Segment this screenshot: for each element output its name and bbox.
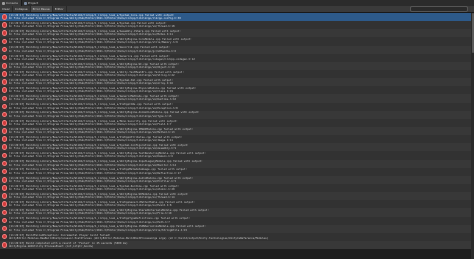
error-icon	[1, 177, 7, 183]
log-entry[interactable]: [11:29:47] Building Library/Bee/artifact…	[0, 224, 474, 233]
log-entry[interactable]: [11:29:47] Building Library/Bee/artifact…	[0, 118, 474, 127]
log-detail: In file included from C:/Program Files/U…	[9, 73, 175, 77]
log-entry[interactable]: [11:29:47] Building Library/Bee/artifact…	[0, 208, 474, 217]
error-icon	[1, 201, 7, 207]
log-detail: In file included from C:/Program Files/U…	[9, 33, 173, 37]
error-icon	[1, 185, 7, 191]
log-detail: In file included from C:/Program Files/U…	[9, 139, 173, 143]
console-icon	[2, 1, 5, 5]
log-entry[interactable]: [11:29:47] Build completed with a result…	[0, 240, 474, 250]
log-entry[interactable]: [11:29:47] Building Library/Bee/artifact…	[0, 78, 474, 87]
error-icon	[1, 152, 7, 159]
error-icon	[1, 168, 7, 175]
log-detail: In file included from C:/Program Files/U…	[9, 228, 188, 232]
error-icon	[1, 111, 7, 118]
error-icon	[1, 54, 7, 61]
scrollbar-thumb[interactable]	[471, 13, 474, 53]
log-detail: In file included from C:/Program Files/U…	[9, 187, 175, 191]
log-entry[interactable]: [11:29:47] Building Library/Bee/artifact…	[0, 216, 474, 225]
log-detail: In file included from C:/Program Files/U…	[9, 57, 195, 61]
log-entry[interactable]: [11:29:47] Building Library/Bee/artifact…	[0, 126, 474, 136]
log-entry[interactable]: [11:29:47] Building Library/Bee/artifact…	[0, 21, 474, 30]
log-list: [11:29:47] Building Library/Bee/artifact…	[0, 13, 474, 259]
collapse-button[interactable]: Collapse	[13, 6, 31, 12]
error-icon	[1, 209, 7, 216]
error-icon	[1, 144, 7, 150]
log-detail: In file included from C:/Program Files/U…	[9, 212, 172, 216]
log-detail: In file included from C:/Program Files/U…	[9, 41, 178, 45]
log-detail: In file included from C:/Program Files/U…	[9, 17, 181, 20]
log-entry[interactable]: [11:29:47] Building Library/Bee/artifact…	[0, 183, 474, 193]
error-icon	[1, 120, 7, 126]
log-detail: UnityEngine.GUIUtility:ProcessEvent (int…	[9, 244, 94, 248]
log-detail: In file included from C:/Program Files/U…	[9, 90, 173, 94]
log-entry[interactable]: [11:29:47] Building Library/Bee/artifact…	[0, 86, 474, 95]
error-icon	[1, 22, 7, 28]
console-toolbar: Clear Collapse Error Pause Editor	[0, 6, 474, 13]
log-entry[interactable]: [11:29:47] Building Library/Bee/artifact…	[0, 167, 474, 176]
log-entry[interactable]: [11:29:47] Building Library/Bee/artifact…	[0, 175, 474, 184]
error-icon	[1, 30, 7, 36]
log-entry[interactable]: [11:29:47] Building Library/Bee/artifact…	[0, 61, 474, 70]
log-detail: In file included from C:/Program Files/U…	[9, 122, 172, 126]
log-detail: In file included from C:/Program Files/U…	[9, 65, 175, 69]
log-entry[interactable]: [11:29:47] Building Library/Bee/artifact…	[0, 45, 474, 54]
error-icon	[1, 46, 7, 53]
error-icon	[1, 95, 7, 102]
log-entry[interactable]: [11:29:47] Building Library/Bee/artifact…	[0, 192, 474, 201]
log-entry[interactable]: [11:29:47] Building Library/Bee/artifact…	[0, 110, 474, 119]
log-entry[interactable]: [11:29:47] Building Library/Bee/artifact…	[0, 200, 474, 209]
log-entry[interactable]: [11:29:47] Building Library/Bee/artifact…	[0, 143, 474, 152]
toolbar-buttons: Clear Collapse Error Pause Editor	[0, 6, 67, 12]
log-detail: In file included from C:/Program Files/U…	[9, 114, 172, 118]
error-pause-button[interactable]: Error Pause	[30, 6, 53, 12]
log-entry[interactable]: [11:29:47] Building Library/Bee/artifact…	[0, 69, 474, 79]
log-entry[interactable]: [11:29:47] Building Library/Bee/artifact…	[0, 53, 474, 62]
editor-button[interactable]: Editor	[53, 6, 67, 12]
error-icon	[1, 87, 7, 93]
log-detail: In file included from C:/Program Files/U…	[9, 204, 172, 208]
search-input[interactable]	[410, 6, 468, 12]
log-detail: In file included from C:/Program Files/U…	[9, 130, 175, 134]
log-detail: In file included from C:/Program Files/U…	[9, 179, 177, 183]
log-detail: In file included from C:/Program Files/U…	[9, 25, 175, 29]
error-icon	[1, 242, 7, 248]
error-icon	[1, 233, 7, 240]
log-detail: In file included from C:/Program Files/U…	[9, 82, 173, 86]
log-entry[interactable]: [11:29:47] Building Library/Bee/artifact…	[0, 102, 474, 111]
log-detail: In file included from C:/Program Files/U…	[9, 49, 177, 53]
error-icon	[1, 225, 7, 232]
log-entry[interactable]: [11:29:47] Building Library/Bee/artifact…	[0, 94, 474, 103]
error-icon	[1, 136, 7, 142]
log-entry[interactable]: [11:29:47] Building Library/Bee/artifact…	[0, 151, 474, 160]
log-entry[interactable]: [11:29:47] Building Library/Bee/artifact…	[0, 37, 474, 46]
log-entry[interactable]: [11:29:47] Building Library/Bee/artifact…	[0, 13, 474, 22]
log-detail: In file included from C:/Program Files/U…	[9, 98, 177, 102]
log-detail: UnityEditor.Modules.BeeBuildPostprocesso…	[9, 236, 269, 240]
error-icon	[1, 79, 7, 85]
error-icon	[1, 38, 7, 45]
log-entry[interactable]: [11:29:47] Building Library/Bee/artifact…	[0, 135, 474, 144]
log-detail: In file included from C:/Program Files/U…	[9, 171, 181, 175]
log-entry[interactable]: [11:29:47] Building Library/Bee/artifact…	[0, 159, 474, 168]
log-entry[interactable]: [11:29:47] Building Library/Bee/artifact…	[0, 29, 474, 38]
folder-icon	[23, 1, 27, 5]
error-icon	[1, 71, 7, 77]
error-icon	[1, 103, 7, 110]
error-icon	[1, 160, 7, 167]
log-detail: In file included from C:/Program Files/U…	[9, 163, 177, 167]
log-detail: In file included from C:/Program Files/U…	[9, 220, 170, 224]
log-detail: In file included from C:/Program Files/U…	[9, 147, 177, 151]
clear-button[interactable]: Clear	[0, 6, 13, 12]
error-icon	[1, 217, 7, 224]
error-icon	[1, 63, 7, 69]
error-icon	[1, 14, 7, 20]
log-detail: In file included from C:/Program Files/U…	[9, 155, 173, 159]
log-detail: In file included from C:/Program Files/U…	[9, 106, 178, 110]
log-entry[interactable]: [11:29:47] BuildFailedException: Increme…	[0, 232, 474, 241]
log-detail: In file included from C:/Program Files/U…	[9, 196, 175, 200]
error-icon	[1, 193, 7, 199]
error-icon	[1, 128, 7, 134]
